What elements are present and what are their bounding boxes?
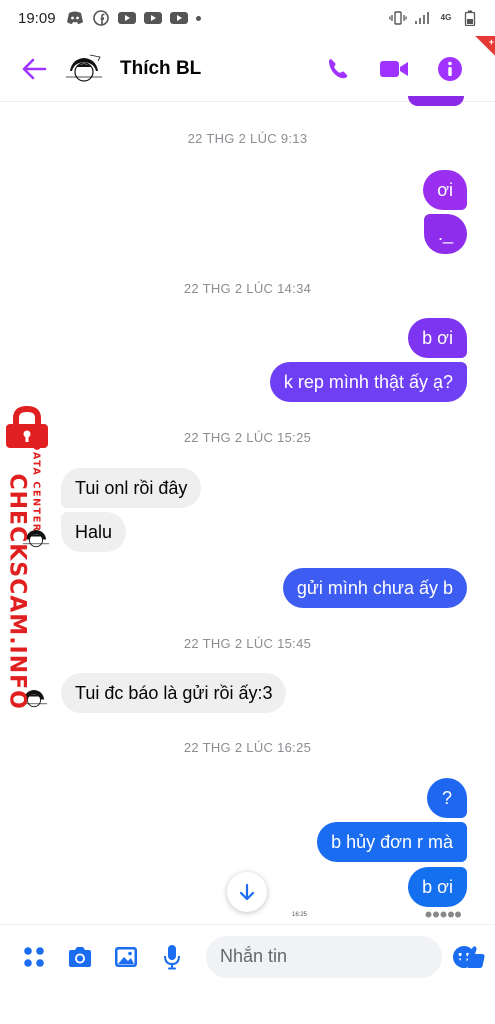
corner-badge: +: [469, 36, 495, 62]
system-icons: 4G: [389, 10, 479, 26]
avatar-doodle-icon: [62, 46, 106, 91]
back-arrow-icon: [22, 58, 47, 79]
outgoing-message[interactable]: b hủy đơn r mà: [317, 822, 467, 862]
avatar[interactable]: [62, 46, 106, 91]
signal-icon: [413, 10, 431, 26]
contact-name[interactable]: Thích BL: [120, 58, 201, 80]
status-time: 19:09: [18, 9, 56, 27]
message-input-container[interactable]: [206, 935, 475, 978]
youtube-icon: [169, 10, 188, 26]
outgoing-message[interactable]: ơi: [423, 170, 467, 210]
timestamp: 22 THG 2 LÚC 15:45: [183, 636, 312, 651]
video-call-button[interactable]: [377, 52, 411, 86]
outgoing-message[interactable]: ._: [423, 214, 467, 254]
info-button[interactable]: [433, 52, 467, 86]
apps-icon: [24, 946, 44, 967]
gallery-button[interactable]: [112, 943, 140, 971]
seen-avatars-icon: [425, 911, 461, 918]
chat-header: Thích BL: [0, 36, 495, 102]
gallery-icon: [115, 946, 137, 967]
outgoing-message[interactable]: b ơi: [408, 318, 467, 358]
facebook-icon: [92, 10, 110, 26]
thumbs-up-icon: [461, 945, 485, 968]
info-icon: [438, 56, 462, 81]
composer: [0, 924, 495, 988]
network-4g-icon: 4G: [440, 13, 452, 22]
message-list[interactable]: 22 THG 2 LÚC 9:13 ơi ._ 22 THG 2 LÚC 14:…: [0, 96, 495, 922]
voice-call-button[interactable]: [321, 52, 355, 86]
timestamp: 22 THG 2 LÚC 16:25: [183, 740, 312, 755]
scroll-to-bottom-button[interactable]: [227, 872, 267, 912]
outgoing-message[interactable]: b ơi: [408, 867, 467, 907]
timestamp: 22 THG 2 LÚC 14:34: [183, 281, 312, 296]
arrow-down-icon: [239, 883, 255, 901]
seen-avatars: [425, 911, 461, 920]
camera-icon: [69, 946, 91, 967]
timestamp: 22 THG 2 LÚC 9:13: [187, 131, 308, 146]
incoming-message[interactable]: Halu: [61, 512, 127, 552]
system-navigation-area: [0, 988, 495, 1024]
header-actions: [321, 52, 467, 86]
outgoing-message[interactable]: gửi mình chưa ấy b: [282, 568, 467, 608]
outgoing-bubble-partial: [408, 96, 464, 106]
outgoing-message[interactable]: ?: [427, 778, 467, 818]
like-button[interactable]: [458, 942, 488, 972]
watermark-subtitle: DATA CENTER: [30, 442, 42, 533]
camera-button[interactable]: [66, 943, 94, 971]
voice-message-button[interactable]: [158, 943, 186, 971]
dot-icon: [195, 15, 201, 21]
phone-icon: [329, 58, 348, 78]
watermark: DATA CENTER CHECKSCAM.INFO: [0, 406, 58, 710]
incoming-message[interactable]: Tui onl rồi đây: [61, 468, 202, 508]
youtube-icon: [117, 10, 136, 26]
seen-time: 16:25: [292, 912, 308, 918]
outgoing-message[interactable]: k rep mình thật ấy ạ?: [269, 362, 467, 402]
incoming-message[interactable]: Tui đc báo là gửi rồi ấy:3: [61, 673, 287, 713]
mic-icon: [164, 944, 180, 969]
back-button[interactable]: [14, 49, 54, 89]
status-bar: 19:09 4G: [0, 0, 495, 36]
youtube-icon: [143, 10, 162, 26]
timestamp: 22 THG 2 LÚC 15:25: [183, 430, 312, 445]
watermark-title: CHECKSCAM.INFO: [4, 473, 30, 710]
lock-icon: [6, 406, 48, 448]
discord-icon: [66, 10, 84, 26]
video-icon: [380, 60, 408, 77]
message-input[interactable]: [220, 946, 452, 967]
battery-icon: [461, 10, 479, 26]
notification-icons: [66, 10, 201, 26]
apps-button[interactable]: [20, 943, 48, 971]
vibrate-icon: [389, 10, 407, 26]
